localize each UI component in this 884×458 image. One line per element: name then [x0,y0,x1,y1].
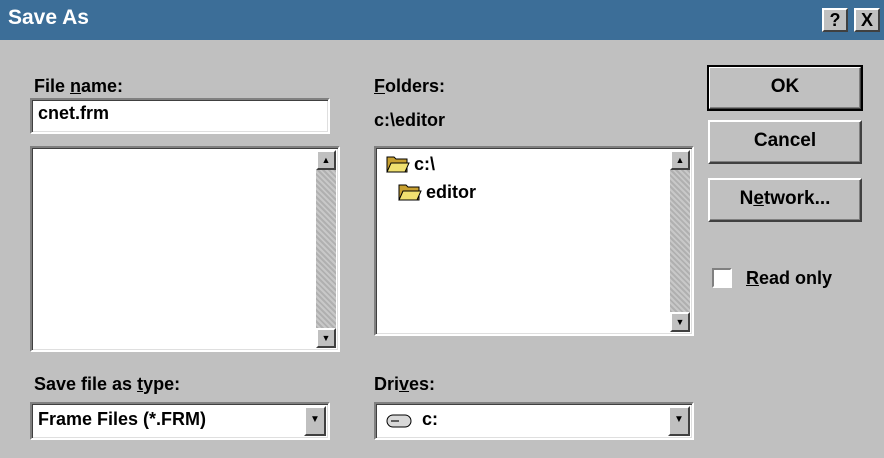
hard-drive-icon [386,414,412,428]
save-type-value: Frame Files (*.FRM) [38,409,207,429]
file-name-label-post: ame: [81,76,124,96]
read-only-label-accel: R [746,268,759,288]
file-name-label-accel: n [70,76,82,96]
file-name-value: cnet.frm [38,103,110,123]
network-label-accel: e [753,188,764,209]
close-button[interactable]: X [854,8,880,32]
folders-label-accel: F [374,76,385,96]
folder-tree[interactable]: c:\ editor ▲ ▼ [374,146,694,336]
drives-label: Drives: [374,374,435,395]
read-only-checkbox[interactable] [712,268,732,288]
file-list[interactable]: ▲ ▼ [30,146,340,352]
open-folder-icon [386,156,410,173]
folders-label-post: olders: [385,76,446,96]
file-name-input[interactable]: cnet.frm [30,98,330,134]
scroll-up-button[interactable]: ▲ [316,150,336,170]
save-type-label-post: ype: [143,374,181,394]
open-folder-icon [398,184,422,201]
file-list-scrollbar[interactable]: ▲ ▼ [316,150,336,348]
save-type-select[interactable]: Frame Files (*.FRM) ▼ [30,402,330,440]
read-only-label[interactable]: Read only [746,268,832,289]
folder-item-root[interactable]: c:\ [414,154,435,175]
file-name-label: File name: [34,76,123,97]
save-type-dropdown-button[interactable]: ▼ [304,406,326,436]
network-label-post: twork... [763,188,831,209]
network-label-pre: N [739,188,754,209]
save-type-label: Save file as type: [34,374,180,395]
folder-item-editor[interactable]: editor [426,182,476,203]
file-name-label-pre: File [34,76,71,96]
folder-tree-scrollbar[interactable]: ▲ ▼ [670,150,690,332]
drives-dropdown-button[interactable]: ▼ [668,406,690,436]
title-bar[interactable]: Save As ? X [0,0,884,40]
network-button[interactable]: Network... [708,178,862,222]
window-title: Save As [8,6,89,29]
read-only-label-post: ead only [759,268,833,288]
current-folder-path: c:\editor [374,110,446,130]
drives-value: c: [422,409,439,429]
scroll-up-button[interactable]: ▲ [670,150,690,170]
cancel-button[interactable]: Cancel [708,120,862,164]
folders-label: Folders: [374,76,445,97]
ok-button[interactable]: OK [707,65,863,111]
help-button[interactable]: ? [822,8,848,32]
scroll-down-button[interactable]: ▼ [316,328,336,348]
drives-select[interactable]: c: ▼ [374,402,694,440]
save-as-dialog: Save As ? X File name: cnet.frm ▲ ▼ Fold… [0,0,884,458]
save-type-label-pre: Save file as [34,374,138,394]
scroll-down-button[interactable]: ▼ [670,312,690,332]
drives-label-pre: Dri [374,374,400,394]
drives-label-post: es: [409,374,436,394]
drives-label-accel: v [399,374,410,394]
